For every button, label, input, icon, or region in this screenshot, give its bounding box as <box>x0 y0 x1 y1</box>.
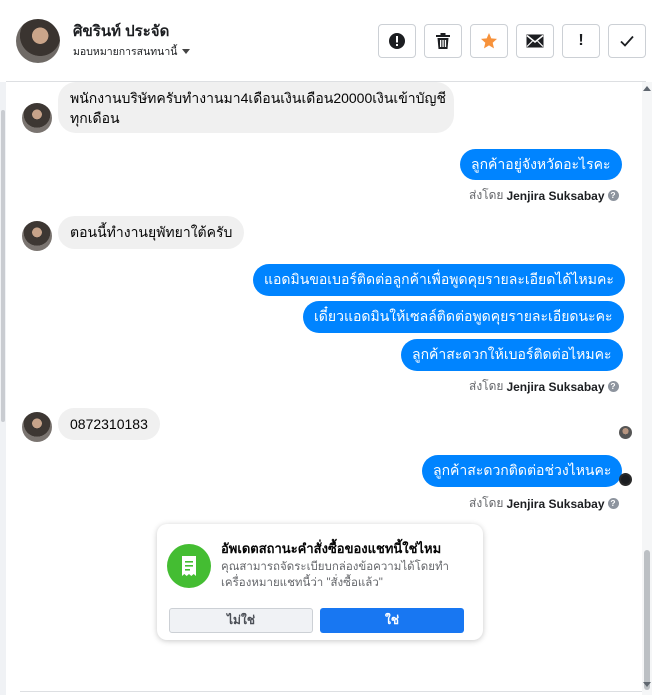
message-bubble-outgoing[interactable]: ลูกค้าอยู่จังหวัดอะไรคะ <box>460 149 622 180</box>
follow-up-button[interactable]: ! <box>562 24 600 58</box>
message-bubble-incoming[interactable]: 0872310183 <box>58 408 160 440</box>
card-description: คุณสามารถจัดระเบียบกล่องข้อความได้โดยทำเ… <box>221 561 450 589</box>
caret-down-icon <box>182 49 191 54</box>
yes-button[interactable]: ใช่ <box>320 608 464 633</box>
seen-avatar-icon <box>619 426 632 439</box>
message-bubble-outgoing[interactable]: แอดมินขอเบอร์ติดต่อลูกค้าเพื่อพูดคุยรายล… <box>253 264 625 296</box>
spam-button[interactable] <box>378 24 416 58</box>
scrollbar-thumb[interactable] <box>644 550 650 690</box>
conversation-header: ศิขรินท์ ประจัด มอบหมายการสนทนานี้ ! <box>6 0 646 82</box>
assign-label: มอบหมายการสนทนานี้ <box>73 46 178 58</box>
message-bubble-outgoing[interactable]: ลูกค้าสะดวกให้เบอร์ติดต่อไหมคะ <box>401 339 623 371</box>
contact-name[interactable]: ศิขรินท์ ประจัด <box>73 19 169 43</box>
message-bubble-outgoing[interactable]: เดี๋ยวแอดมินให้เซลล์ติดต่อพูดคุยรายละเอี… <box>303 301 624 333</box>
sent-by-prefix: ส่งโดย <box>469 496 504 510</box>
message-bubble-incoming[interactable]: พนักงานบริษัทครับทำงานมา4เดือนเงินเดือน2… <box>58 82 454 133</box>
contact-avatar-small[interactable] <box>22 103 52 133</box>
delete-button[interactable] <box>424 24 462 58</box>
agent-name: Jenjira Suksabay <box>506 188 605 203</box>
info-icon[interactable]: ? <box>607 498 619 509</box>
star-button[interactable] <box>470 24 508 58</box>
email-button[interactable] <box>516 24 554 58</box>
trash-icon <box>436 33 450 49</box>
envelope-icon <box>526 34 544 48</box>
sent-by-label: ส่งโดย Jenjira Suksabay ? <box>469 186 619 205</box>
sent-by-prefix: ส่งโดย <box>469 379 504 393</box>
card-title: อัพเดตสถานะคำสั่งซื้อของแชทนี้ใช่ไหม <box>221 541 442 556</box>
contact-avatar-small[interactable] <box>22 412 52 442</box>
order-status-card: อัพเดตสถานะคำสั่งซื้อของแชทนี้ใช่ไหม คุณ… <box>157 524 483 640</box>
scroll-up-icon[interactable] <box>643 86 651 91</box>
info-icon[interactable]: ? <box>607 190 619 201</box>
sent-by-label: ส่งโดย Jenjira Suksabay ? <box>469 377 619 396</box>
star-icon <box>481 33 497 49</box>
exclamation-icon: ! <box>578 32 584 49</box>
exclamation-circle-icon <box>389 33 405 49</box>
info-icon[interactable]: ? <box>607 381 619 392</box>
receipt-icon <box>167 544 211 588</box>
check-icon <box>620 35 634 47</box>
header-actions: ! <box>378 24 646 58</box>
message-thread: พนักงานบริษัทครับทำงานมา4เดือนเงินเดือน2… <box>6 82 642 695</box>
message-text-line: ทุกเดือน <box>70 110 120 126</box>
mark-done-button[interactable] <box>608 24 646 58</box>
agent-name: Jenjira Suksabay <box>506 496 605 511</box>
seen-indicator-icon <box>619 473 632 486</box>
message-bubble-incoming[interactable]: ตอนนี้ทำงานยุพัทยาใต้ครับ <box>58 216 245 249</box>
no-button[interactable]: ไม่ใช่ <box>169 608 313 633</box>
message-bubble-outgoing[interactable]: ลูกค้าสะดวกติดต่อช่วงไหนคะ <box>422 455 623 487</box>
thread-scrollbar[interactable] <box>642 82 652 695</box>
composer-divider <box>20 691 642 695</box>
contact-avatar-small[interactable] <box>22 221 52 251</box>
scroll-down-icon[interactable] <box>643 682 651 687</box>
sent-by-prefix: ส่งโดย <box>469 188 504 202</box>
left-scroll-thumb[interactable] <box>1 110 5 422</box>
agent-name: Jenjira Suksabay <box>506 379 605 394</box>
contact-avatar[interactable] <box>16 19 60 63</box>
assign-conversation-dropdown[interactable]: มอบหมายการสนทนานี้ <box>73 43 191 60</box>
sent-by-label: ส่งโดย Jenjira Suksabay ? <box>469 494 619 513</box>
message-text-line: พนักงานบริษัทครับทำงานมา4เดือนเงินเดือน2… <box>70 90 446 106</box>
